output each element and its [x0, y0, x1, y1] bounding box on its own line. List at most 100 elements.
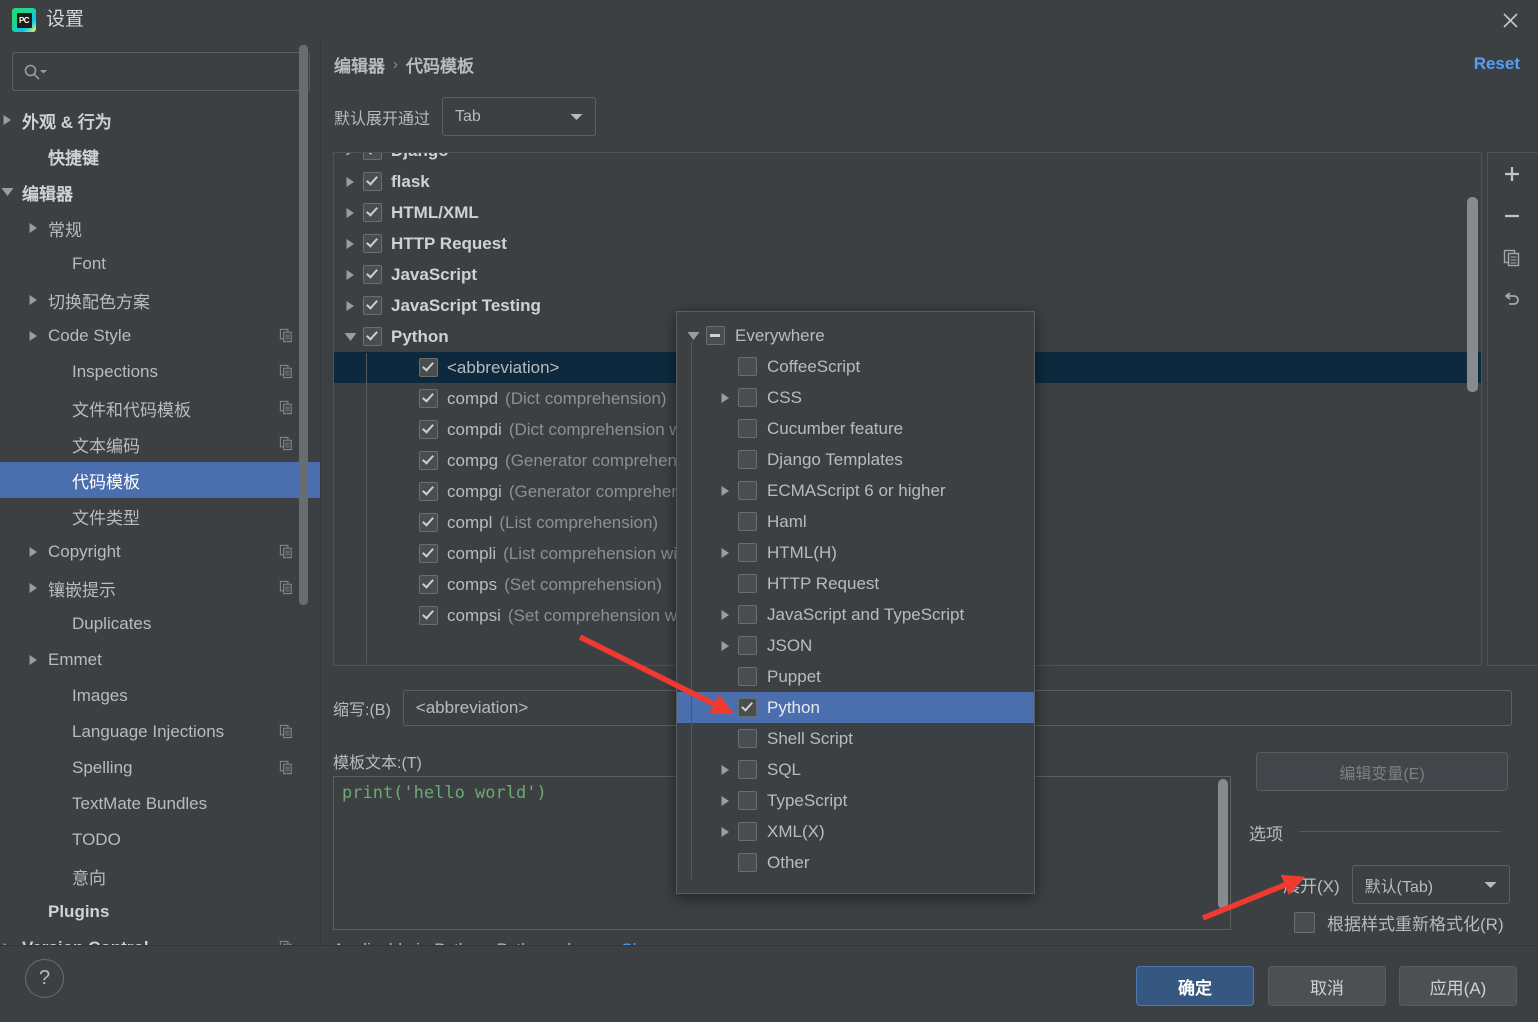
chevron-down-icon[interactable]	[342, 332, 358, 342]
popup-row[interactable]: Shell Script	[677, 723, 1034, 754]
sidebar-item-8[interactable]: 文件和代码模板	[0, 390, 320, 426]
sidebar-item-1[interactable]: 快捷键	[0, 138, 320, 174]
sidebar-item-2[interactable]: 编辑器	[0, 174, 320, 210]
templates-scrollbar-thumb[interactable]	[1467, 197, 1478, 392]
chevron-right-icon[interactable]	[717, 795, 733, 807]
popup-checkbox[interactable]	[738, 388, 757, 407]
close-icon[interactable]	[1496, 6, 1524, 34]
context-selection-popup[interactable]: Everywhere CoffeeScript CSS Cucumber featur…	[676, 311, 1035, 894]
chevron-right-icon[interactable]	[717, 547, 733, 559]
popup-row[interactable]: CSS	[677, 382, 1034, 413]
chevron-right-icon[interactable]	[717, 640, 733, 652]
chevron-right-icon[interactable]	[717, 392, 733, 404]
template-text-scrollbar-thumb[interactable]	[1218, 779, 1228, 909]
popup-row[interactable]: Puppet	[677, 661, 1034, 692]
sidebar-item-21[interactable]: 意向	[0, 858, 320, 894]
popup-row[interactable]: HTTP Request	[677, 568, 1034, 599]
popup-row[interactable]: Everywhere	[677, 320, 1034, 351]
chevron-down-icon[interactable]	[0, 185, 14, 199]
template-checkbox[interactable]	[419, 606, 438, 625]
breadcrumb-parent[interactable]: 编辑器	[334, 52, 385, 77]
help-button[interactable]: ?	[25, 959, 64, 998]
popup-checkbox[interactable]	[738, 574, 757, 593]
popup-row[interactable]: Django Templates	[677, 444, 1034, 475]
popup-checkbox[interactable]	[738, 512, 757, 531]
sidebar-item-15[interactable]: Emmet	[0, 642, 320, 678]
template-checkbox[interactable]	[419, 358, 438, 377]
popup-row[interactable]: Python	[677, 692, 1034, 723]
expand-by-select[interactable]: Tab	[442, 97, 597, 136]
search-input[interactable]	[48, 63, 309, 80]
chevron-right-icon[interactable]	[342, 207, 358, 219]
template-checkbox[interactable]	[363, 203, 382, 222]
reformat-checkbox[interactable]	[1294, 912, 1315, 933]
popup-row[interactable]: ECMAScript 6 or higher	[677, 475, 1034, 506]
template-checkbox[interactable]	[363, 234, 382, 253]
sidebar-item-23[interactable]: Version Control	[0, 930, 320, 946]
template-checkbox[interactable]	[419, 482, 438, 501]
popup-row[interactable]: Other	[677, 847, 1034, 878]
chevron-right-icon[interactable]	[26, 581, 40, 595]
chevron-right-icon[interactable]	[26, 653, 40, 667]
chevron-right-icon[interactable]	[26, 293, 40, 307]
chevron-right-icon[interactable]	[717, 609, 733, 621]
sidebar-item-16[interactable]: Images	[0, 678, 320, 714]
search-box[interactable]	[12, 52, 310, 91]
chevron-right-icon[interactable]	[717, 826, 733, 838]
chevron-right-icon[interactable]	[717, 485, 733, 497]
popup-row[interactable]: JavaScript and TypeScript	[677, 599, 1034, 630]
popup-row[interactable]: JSON	[677, 630, 1034, 661]
minus-icon[interactable]	[1488, 195, 1536, 237]
plus-icon[interactable]	[1488, 153, 1536, 195]
template-checkbox[interactable]	[419, 389, 438, 408]
popup-checkbox[interactable]	[738, 543, 757, 562]
chevron-right-icon[interactable]	[26, 221, 40, 235]
popup-checkbox[interactable]	[738, 450, 757, 469]
popup-checkbox[interactable]	[738, 760, 757, 779]
sidebar-scrollbar-track[interactable]	[299, 40, 314, 946]
sidebar-item-14[interactable]: Duplicates	[0, 606, 320, 642]
chevron-right-icon[interactable]	[26, 545, 40, 559]
popup-row[interactable]: CoffeeScript	[677, 351, 1034, 382]
chevron-right-icon[interactable]	[342, 176, 358, 188]
popup-checkbox[interactable]	[738, 481, 757, 500]
template-checkbox[interactable]	[419, 544, 438, 563]
popup-row[interactable]: HTML(H)	[677, 537, 1034, 568]
popup-checkbox[interactable]	[738, 357, 757, 376]
template-checkbox[interactable]	[419, 575, 438, 594]
popup-checkbox[interactable]	[738, 667, 757, 686]
template-row[interactable]: flask	[334, 166, 1481, 197]
sidebar-item-19[interactable]: TextMate Bundles	[0, 786, 320, 822]
sidebar-item-9[interactable]: 文本编码	[0, 426, 320, 462]
chevron-down-icon[interactable]	[685, 331, 701, 341]
reset-link[interactable]: Reset	[1474, 54, 1520, 74]
popup-checkbox[interactable]	[706, 326, 725, 345]
sidebar-item-6[interactable]: Code Style	[0, 318, 320, 354]
template-checkbox[interactable]	[419, 451, 438, 470]
sidebar-item-3[interactable]: 常规	[0, 210, 320, 246]
ok-button[interactable]: 确定	[1136, 966, 1254, 1006]
template-checkbox[interactable]	[363, 153, 382, 160]
popup-row[interactable]: SQL	[677, 754, 1034, 785]
template-row[interactable]: HTML/XML	[334, 197, 1481, 228]
template-checkbox[interactable]	[419, 513, 438, 532]
popup-row[interactable]: XML(X)	[677, 816, 1034, 847]
sidebar-item-13[interactable]: 镶嵌提示	[0, 570, 320, 606]
template-row[interactable]: JavaScript	[334, 259, 1481, 290]
popup-checkbox[interactable]	[738, 729, 757, 748]
sidebar-item-18[interactable]: Spelling	[0, 750, 320, 786]
sidebar-item-0[interactable]: 外观 & 行为	[0, 102, 320, 138]
template-checkbox[interactable]	[419, 420, 438, 439]
cancel-button[interactable]: 取消	[1268, 966, 1386, 1006]
apply-button[interactable]: 应用(A)	[1399, 966, 1517, 1006]
template-checkbox[interactable]	[363, 172, 382, 191]
chevron-right-icon[interactable]	[342, 238, 358, 250]
popup-checkbox[interactable]	[738, 636, 757, 655]
sidebar-item-20[interactable]: TODO	[0, 822, 320, 858]
sidebar-item-5[interactable]: 切换配色方案	[0, 282, 320, 318]
popup-row[interactable]: TypeScript	[677, 785, 1034, 816]
popup-row[interactable]: Haml	[677, 506, 1034, 537]
undo-icon[interactable]	[1488, 279, 1536, 321]
template-row[interactable]: Django	[334, 153, 1481, 166]
sidebar-item-7[interactable]: Inspections	[0, 354, 320, 390]
